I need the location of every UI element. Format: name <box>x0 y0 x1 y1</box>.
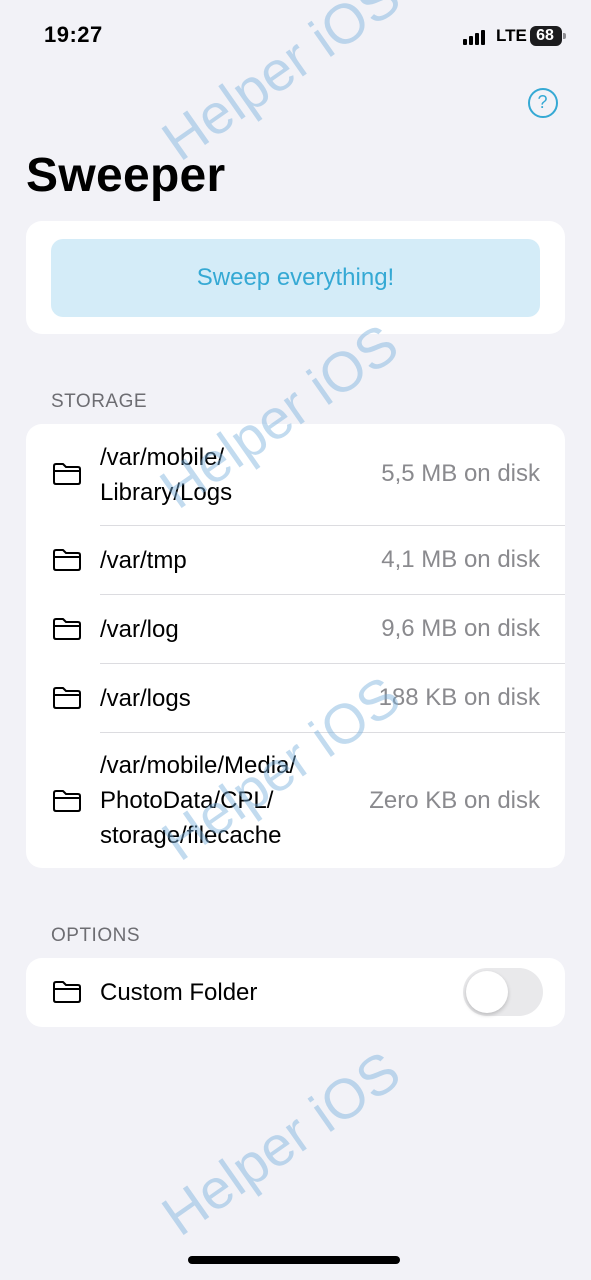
custom-folder-row: Custom Folder <box>26 958 565 1027</box>
sweep-card: Sweep everything! <box>26 221 565 334</box>
home-indicator[interactable] <box>188 1256 400 1264</box>
storage-size: Zero KB on disk <box>369 787 540 814</box>
storage-path: /var/log <box>100 616 179 643</box>
storage-size: 9,6 MB on disk <box>381 615 540 642</box>
page-title: Sweeper <box>26 149 226 202</box>
cellular-signal-icon <box>463 30 489 45</box>
sweep-everything-button[interactable]: Sweep everything! <box>51 239 540 317</box>
storage-row-photodata-filecache[interactable]: /var/mobile/Media/ PhotoData/CPL/ storag… <box>26 733 565 868</box>
storage-list: /var/mobile/ Library/Logs 5,5 MB on disk… <box>26 424 565 868</box>
status-time: 19:27 <box>44 22 103 47</box>
network-type: LTE <box>496 26 527 45</box>
storage-row-var-logs[interactable]: /var/logs 188 KB on disk <box>26 664 565 732</box>
folder-icon <box>53 463 81 485</box>
folder-icon <box>53 687 81 709</box>
options-section-header: OPTIONS <box>51 925 141 946</box>
custom-folder-toggle[interactable] <box>463 968 543 1016</box>
folder-icon <box>53 618 81 640</box>
storage-size: 5,5 MB on disk <box>381 460 540 487</box>
storage-path: /var/tmp <box>100 547 187 574</box>
options-list: Custom Folder <box>26 958 565 1027</box>
status-bar: 19:27 LTE 68 <box>0 0 591 70</box>
storage-path: /var/mobile/Media/ PhotoData/CPL/ storag… <box>100 752 297 849</box>
toggle-knob <box>466 971 508 1013</box>
custom-folder-label: Custom Folder <box>100 979 258 1006</box>
storage-path: /var/logs <box>100 685 191 712</box>
battery-icon: 68 <box>530 26 566 46</box>
storage-row-var-tmp[interactable]: /var/tmp 4,1 MB on disk <box>26 526 565 594</box>
folder-icon <box>53 549 81 571</box>
help-button[interactable]: ? <box>528 88 558 118</box>
folder-icon <box>53 790 81 812</box>
storage-row-var-mobile-library-logs[interactable]: /var/mobile/ Library/Logs 5,5 MB on disk <box>26 424 565 525</box>
storage-size: 188 KB on disk <box>378 684 540 711</box>
folder-icon <box>53 981 81 1003</box>
watermark: Helper iOS <box>150 1038 412 1248</box>
battery-level: 68 <box>536 27 554 44</box>
storage-row-var-log[interactable]: /var/log 9,6 MB on disk <box>26 595 565 663</box>
question-circle-icon: ? <box>537 92 548 112</box>
storage-size: 4,1 MB on disk <box>381 546 540 573</box>
storage-section-header: STORAGE <box>51 391 148 412</box>
storage-path: /var/mobile/ Library/Logs <box>100 444 233 506</box>
